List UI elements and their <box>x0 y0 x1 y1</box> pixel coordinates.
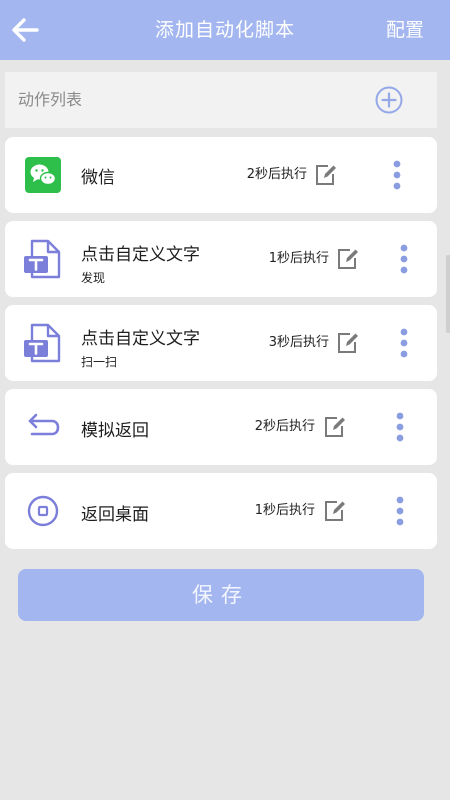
edit-icon[interactable] <box>323 499 347 523</box>
more-options-icon[interactable] <box>392 411 408 443</box>
top-bar: 添加自动化脚本 配置 <box>0 0 450 60</box>
add-action-button[interactable] <box>374 85 404 115</box>
more-options-icon[interactable] <box>389 159 405 191</box>
edit-icon[interactable] <box>336 247 360 271</box>
action-title: 模拟返回 <box>81 421 149 441</box>
edit-icon[interactable] <box>336 331 360 355</box>
config-button[interactable]: 配置 <box>386 0 424 60</box>
more-options-icon[interactable] <box>392 495 408 527</box>
more-options-icon[interactable] <box>396 327 412 359</box>
action-title: 点击自定义文字 <box>81 329 200 349</box>
text-tool-icon <box>24 323 61 363</box>
action-delay: 2秒后执行 <box>246 167 307 182</box>
text-tool-icon <box>24 239 61 279</box>
wechat-icon <box>25 157 61 193</box>
action-card[interactable]: 微信 2秒后执行 <box>5 137 437 213</box>
action-delay: 1秒后执行 <box>254 503 315 518</box>
action-title: 微信 <box>81 168 115 188</box>
save-button[interactable]: 保存 <box>18 569 424 621</box>
more-options-icon[interactable] <box>396 243 412 275</box>
edge-handle[interactable] <box>446 255 450 333</box>
action-card[interactable]: 模拟返回 2秒后执行 <box>5 389 437 465</box>
action-title: 点击自定义文字 <box>81 245 200 265</box>
action-title: 返回桌面 <box>81 505 149 525</box>
plus-circle-icon <box>375 86 403 114</box>
edit-icon[interactable] <box>314 163 338 187</box>
action-list-label: 动作列表 <box>18 90 83 109</box>
action-subtitle: 扫一扫 <box>81 355 118 369</box>
action-card[interactable]: 点击自定义文字 扫一扫 3秒后执行 <box>5 305 437 381</box>
action-subtitle: 发现 <box>81 271 106 285</box>
back-arrow-icon <box>28 413 60 436</box>
action-card[interactable]: 点击自定义文字 发现 1秒后执行 <box>5 221 437 297</box>
action-delay: 2秒后执行 <box>254 419 315 434</box>
action-list-header: 动作列表 <box>5 72 437 128</box>
action-card[interactable]: 返回桌面 1秒后执行 <box>5 473 437 549</box>
edit-icon[interactable] <box>323 415 347 439</box>
page-title: 添加自动化脚本 <box>154 19 295 41</box>
home-circle-icon <box>27 495 59 527</box>
action-delay: 3秒后执行 <box>268 335 329 350</box>
action-delay: 1秒后执行 <box>268 251 329 266</box>
